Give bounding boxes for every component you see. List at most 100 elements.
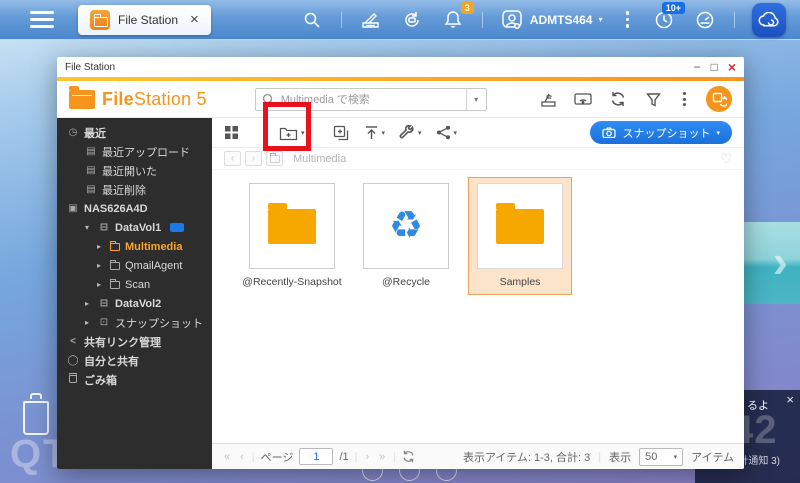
folder-up-button[interactable]: [266, 151, 283, 166]
maximize-button[interactable]: □: [711, 61, 718, 73]
items-label: アイテム: [691, 451, 734, 464]
media-cast-icon[interactable]: [573, 89, 593, 109]
share-button[interactable]: ▾: [436, 125, 458, 140]
sidebar-item-recent-deleted[interactable]: ▤ 最近削除: [57, 180, 212, 199]
sidebar-item-datavol2[interactable]: ▸ ⊟ DataVol2: [57, 294, 212, 313]
event-log-icon[interactable]: 10+: [652, 1, 685, 32]
list-icon: ▤: [86, 165, 96, 176]
caret-down-icon[interactable]: ▾: [85, 223, 93, 232]
folder-icon: [110, 240, 120, 251]
refresh-list-icon[interactable]: [402, 450, 415, 463]
file-tile-samples[interactable]: Samples: [468, 177, 572, 295]
sidebar-item-datavol1[interactable]: ▾ ⊟ DataVol1: [57, 218, 212, 237]
sidebar-item-recent-uploads[interactable]: ▤ 最近アップロード: [57, 142, 212, 161]
notifications-bell-icon[interactable]: 3: [441, 1, 474, 32]
caret-right-icon[interactable]: ▸: [97, 280, 105, 289]
first-page-button[interactable]: «: [222, 451, 232, 463]
taskbar-tab-file-station[interactable]: File Station ×: [78, 4, 211, 35]
favorite-heart-icon[interactable]: ♡: [720, 151, 732, 167]
trash-icon: [67, 373, 79, 386]
toolbar: ▾ ▾ ▾ ▾ スナップショット ▾: [212, 118, 744, 148]
file-grid: @Recently-Snapshot ♻ @Recycle Samples: [212, 170, 744, 443]
page-size-select[interactable]: 50 ▾: [639, 447, 684, 466]
page-number-input[interactable]: [299, 448, 334, 465]
dashboard-gauge-icon[interactable]: [693, 8, 717, 32]
folder-icon: [110, 278, 120, 289]
toast-close-icon[interactable]: ×: [786, 392, 794, 407]
file-name: @Recently-Snapshot: [242, 276, 342, 288]
myqnapcloud-icon[interactable]: [752, 2, 786, 37]
create-folder-button[interactable]: ▾: [279, 125, 305, 141]
sidebar-item-multimedia[interactable]: ▸ Multimedia: [57, 237, 212, 256]
caret-right-icon[interactable]: ▸: [85, 318, 93, 327]
app-header: FileStation 5 Multimedia で検索 ▾: [57, 81, 744, 118]
background-task-icon[interactable]: [706, 86, 732, 112]
folder-icon: [268, 202, 316, 244]
nav-back-button[interactable]: ‹: [224, 151, 241, 166]
search-icon[interactable]: [300, 8, 324, 32]
file-station-app-icon: [90, 9, 110, 30]
sidebar-item-shared-with-me[interactable]: ◯ 自分と共有: [57, 351, 212, 370]
more-menu-icon[interactable]: [678, 90, 691, 108]
tab-close-icon[interactable]: ×: [190, 11, 199, 28]
sidebar-item-share-links[interactable]: < 共有リンク管理: [57, 332, 212, 351]
sync-icon[interactable]: [400, 8, 424, 32]
close-button[interactable]: ×: [728, 60, 736, 74]
file-station-window: File Station − □ × FileStation 5 Multime…: [57, 57, 744, 469]
sidebar-item-qmailagent[interactable]: ▸ QmailAgent: [57, 256, 212, 275]
search-dropdown-icon[interactable]: ▾: [465, 88, 486, 110]
grid-view-button[interactable]: [224, 125, 239, 140]
share-icon: <: [70, 336, 76, 347]
remote-mount-icon[interactable]: [538, 89, 558, 109]
prev-page-button[interactable]: ‹: [238, 451, 246, 463]
filter-icon[interactable]: [643, 89, 663, 109]
camera-icon: ⊡: [99, 317, 109, 328]
caret-right-icon[interactable]: ▸: [97, 242, 105, 251]
sidebar-item-recycle-bin[interactable]: ごみ箱: [57, 370, 212, 389]
caret-right-icon[interactable]: ▸: [85, 299, 93, 308]
user-menu[interactable]: ADMTS464 ▾: [500, 8, 603, 32]
dropdown-caret-icon: ▾: [673, 453, 678, 461]
nav-forward-button[interactable]: ›: [245, 151, 262, 166]
status-bar: « ‹ | ページ /1 | › » |: [212, 443, 744, 469]
folder-icon: [496, 202, 544, 244]
clock-icon: ◷: [68, 127, 78, 138]
list-icon: ▤: [86, 184, 96, 195]
nas-icon: ▣: [68, 203, 78, 214]
copy-move-button[interactable]: [333, 125, 350, 141]
more-options-icon[interactable]: [620, 9, 636, 30]
search-box[interactable]: Multimedia で検索 ▾: [254, 87, 487, 111]
sidebar-tree: ◷ 最近 ▤ 最近アップロード ▤ 最近開いた ▤ 最近削除 ▣ NAS626A…: [57, 118, 212, 469]
upload-button[interactable]: ▾: [364, 125, 385, 141]
sidebar-item-nas[interactable]: ▣ NAS626A4D: [57, 199, 212, 218]
last-page-button[interactable]: »: [377, 451, 387, 463]
folder-logo-icon: [69, 85, 95, 109]
sidebar-item-scan[interactable]: ▸ Scan: [57, 275, 212, 294]
snapshot-button[interactable]: スナップショット ▾: [590, 121, 732, 144]
user-caret-icon: ▾: [598, 15, 603, 24]
sidebar-item-recent[interactable]: ◷ 最近: [57, 123, 212, 142]
qts-topbar: File Station × 3 ADMTS464 ▾ 10+: [0, 0, 800, 40]
file-tile-recycle[interactable]: ♻ @Recycle: [354, 177, 458, 295]
sidebar-item-snapshot[interactable]: ▸ ⊡ スナップショット: [57, 313, 212, 332]
window-titlebar[interactable]: File Station − □ ×: [57, 57, 744, 77]
refresh-icon[interactable]: [608, 89, 628, 109]
volume-icon: ⊟: [99, 298, 109, 309]
wallpaper-teal-patch: [742, 222, 800, 304]
next-page-button[interactable]: ›: [363, 451, 371, 463]
volume-badge: [170, 223, 185, 232]
dropdown-caret-icon: ▾: [453, 129, 458, 137]
main-menu-icon[interactable]: [30, 11, 54, 28]
folder-icon: [110, 259, 120, 270]
file-tile-recently-snapshot[interactable]: @Recently-Snapshot: [240, 177, 344, 295]
dropdown-caret-icon: ▾: [301, 129, 305, 137]
scanner-icon[interactable]: [359, 8, 383, 32]
caret-right-icon[interactable]: ▸: [97, 261, 105, 270]
minimize-button[interactable]: −: [694, 61, 701, 73]
desktop-trash-icon[interactable]: [22, 392, 52, 436]
sidebar-item-recent-opened[interactable]: ▤ 最近開いた: [57, 161, 212, 180]
dropdown-caret-icon: ▾: [418, 129, 422, 137]
breadcrumb-path: Multimedia: [293, 152, 347, 165]
tools-button[interactable]: ▾: [399, 124, 422, 141]
desktop-next-arrow-icon[interactable]: ›: [773, 234, 788, 288]
